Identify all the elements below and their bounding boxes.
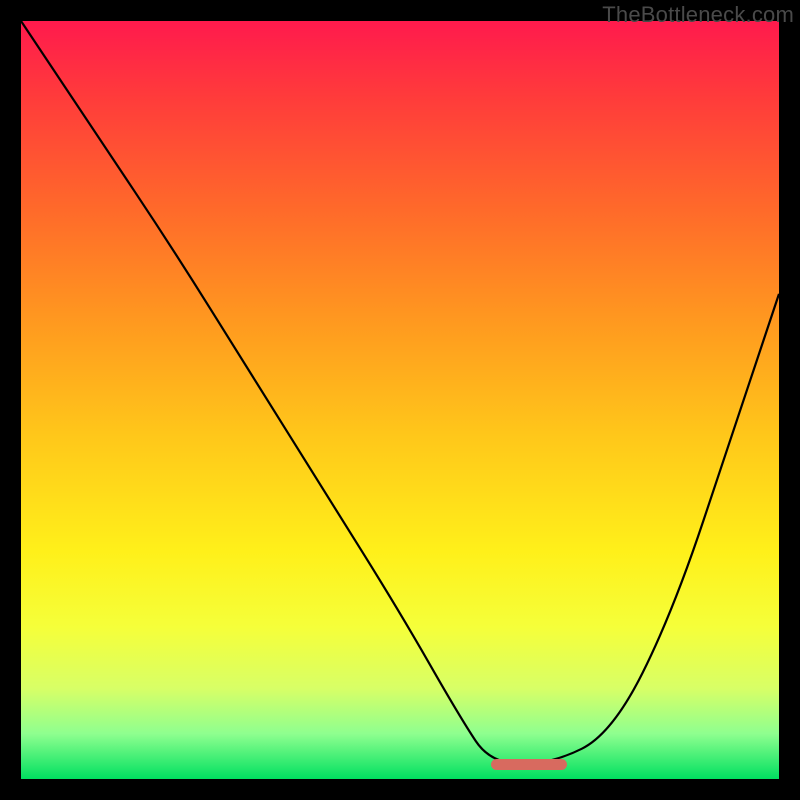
curve-path xyxy=(21,21,779,764)
watermark-text: TheBottleneck.com xyxy=(602,2,794,28)
bottleneck-curve xyxy=(21,21,779,779)
optimal-range-marker xyxy=(491,759,567,770)
chart-plot-area xyxy=(21,21,779,779)
